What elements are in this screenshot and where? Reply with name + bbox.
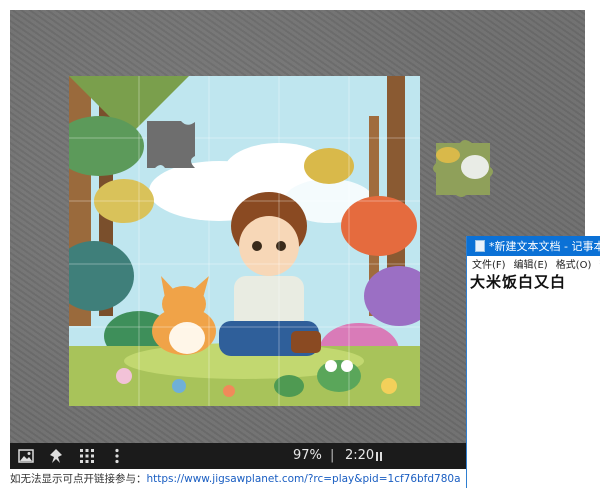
puzzle-image[interactable] [69,76,420,406]
loose-puzzle-piece[interactable] [430,137,496,199]
more-vertical-icon[interactable] [106,446,128,466]
notepad-icon [475,240,485,252]
notepad-title: *新建文本文档 - 记事本 [489,240,600,253]
puzzle-toolbar: 97% | 2:20 [10,443,466,469]
notepad-titlebar[interactable]: *新建文本文档 - 记事本 [467,236,600,256]
toolbar-separator: | [330,448,335,463]
puzzle-link[interactable]: https://www.jigsawplanet.com/?rc=play&pi… [147,473,461,485]
menu-file[interactable]: 文件(F) [472,256,506,271]
notepad-menubar: 文件(F) 编辑(E) 格式(O) 查 [467,256,600,271]
notepad-text-area[interactable]: 大米饭白又白 [467,271,600,292]
timer: 2:20 [345,448,375,463]
notepad-window[interactable]: *新建文本文档 - 记事本 文件(F) 编辑(E) 格式(O) 查 大米饭白又白 [466,236,600,488]
image-icon[interactable] [15,446,37,466]
footer-note: 如无法显示可点开链接参与：https://www.jigsawplanet.co… [10,471,461,486]
footer-prefix: 如无法显示可点开链接参与： [10,473,147,485]
menu-format[interactable]: 格式(O) [556,256,592,271]
grid-icon[interactable] [76,446,98,466]
menu-edit[interactable]: 编辑(E) [514,256,548,271]
pause-icon[interactable] [376,452,382,461]
ghost-icon[interactable] [45,446,67,466]
zoom-level: 97% [293,448,322,463]
